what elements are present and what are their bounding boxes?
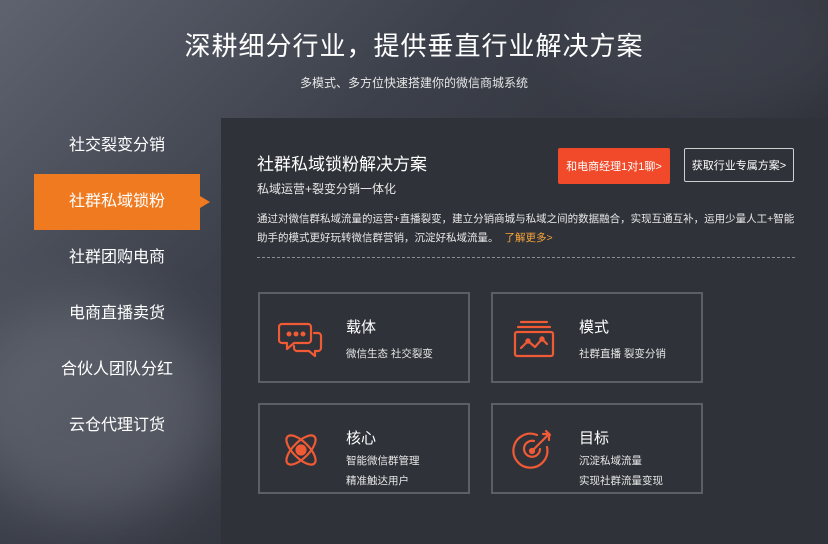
live-screen-icon bbox=[513, 320, 555, 358]
panel-description: 通过对微信群私域流量的运营+直播裂变，建立分销商城与私域之间的数据融合，实现互通… bbox=[257, 210, 802, 248]
card-text: 实现社群流量变现 bbox=[579, 475, 663, 487]
card-title: 模式 bbox=[579, 319, 610, 336]
card-mode: 模式 社群直播 裂变分销 bbox=[491, 292, 703, 383]
panel-title: 社群私域锁粉解决方案 bbox=[257, 155, 427, 174]
tab-partner-dividend[interactable]: 合伙人团队分红 bbox=[34, 342, 200, 398]
card-text: 精准触达用户 bbox=[346, 475, 409, 487]
chat-bubbles-icon bbox=[278, 322, 323, 358]
card-carrier: 载体 微信生态 社交裂变 bbox=[258, 292, 470, 383]
card-title: 载体 bbox=[346, 319, 377, 336]
page-title: 深耕细分行业，提供垂直行业解决方案 bbox=[184, 31, 644, 61]
card-text: 智能微信群管理 bbox=[346, 455, 420, 467]
page-subtitle: 多模式、多方位快速搭建你的微信商城系统 bbox=[299, 76, 528, 90]
learn-more-link[interactable]: 了解更多> bbox=[505, 232, 553, 244]
tab-private-community[interactable]: 社群私域锁粉 bbox=[34, 174, 210, 230]
card-title: 目标 bbox=[579, 430, 610, 447]
tab-live-selling[interactable]: 电商直播卖货 bbox=[34, 286, 200, 342]
panel-subtitle: 私域运营+裂变分销一体化 bbox=[257, 182, 397, 196]
target-icon bbox=[512, 429, 552, 469]
get-plan-button[interactable]: 获取行业专属方案> bbox=[684, 148, 794, 182]
atom-icon bbox=[285, 434, 317, 466]
card-text: 沉淀私域流量 bbox=[579, 455, 642, 467]
tab-group-buying[interactable]: 社群团购电商 bbox=[34, 230, 200, 286]
solution-panel: 社群私域锁粉解决方案 私域运营+裂变分销一体化 和电商经理1对1聊> 获取行业专… bbox=[221, 118, 828, 544]
tab-cloud-warehouse[interactable]: 云仓代理订货 bbox=[34, 398, 200, 454]
contact-manager-button[interactable]: 和电商经理1对1聊> bbox=[558, 148, 670, 184]
card-core: 核心 智能微信群管理 精准触达用户 bbox=[258, 403, 470, 494]
card-text: 微信生态 社交裂变 bbox=[346, 348, 433, 360]
dashed-divider bbox=[257, 257, 795, 258]
card-title: 核心 bbox=[346, 430, 377, 447]
solution-tabs: 社交裂变分销 社群私域锁粉 社群团购电商 电商直播卖货 合伙人团队分红 云仓代理… bbox=[34, 118, 210, 454]
card-text: 社群直播 裂变分销 bbox=[579, 348, 666, 360]
card-goal: 目标 沉淀私域流量 实现社群流量变现 bbox=[491, 403, 703, 494]
tab-social-fission[interactable]: 社交裂变分销 bbox=[34, 118, 200, 174]
